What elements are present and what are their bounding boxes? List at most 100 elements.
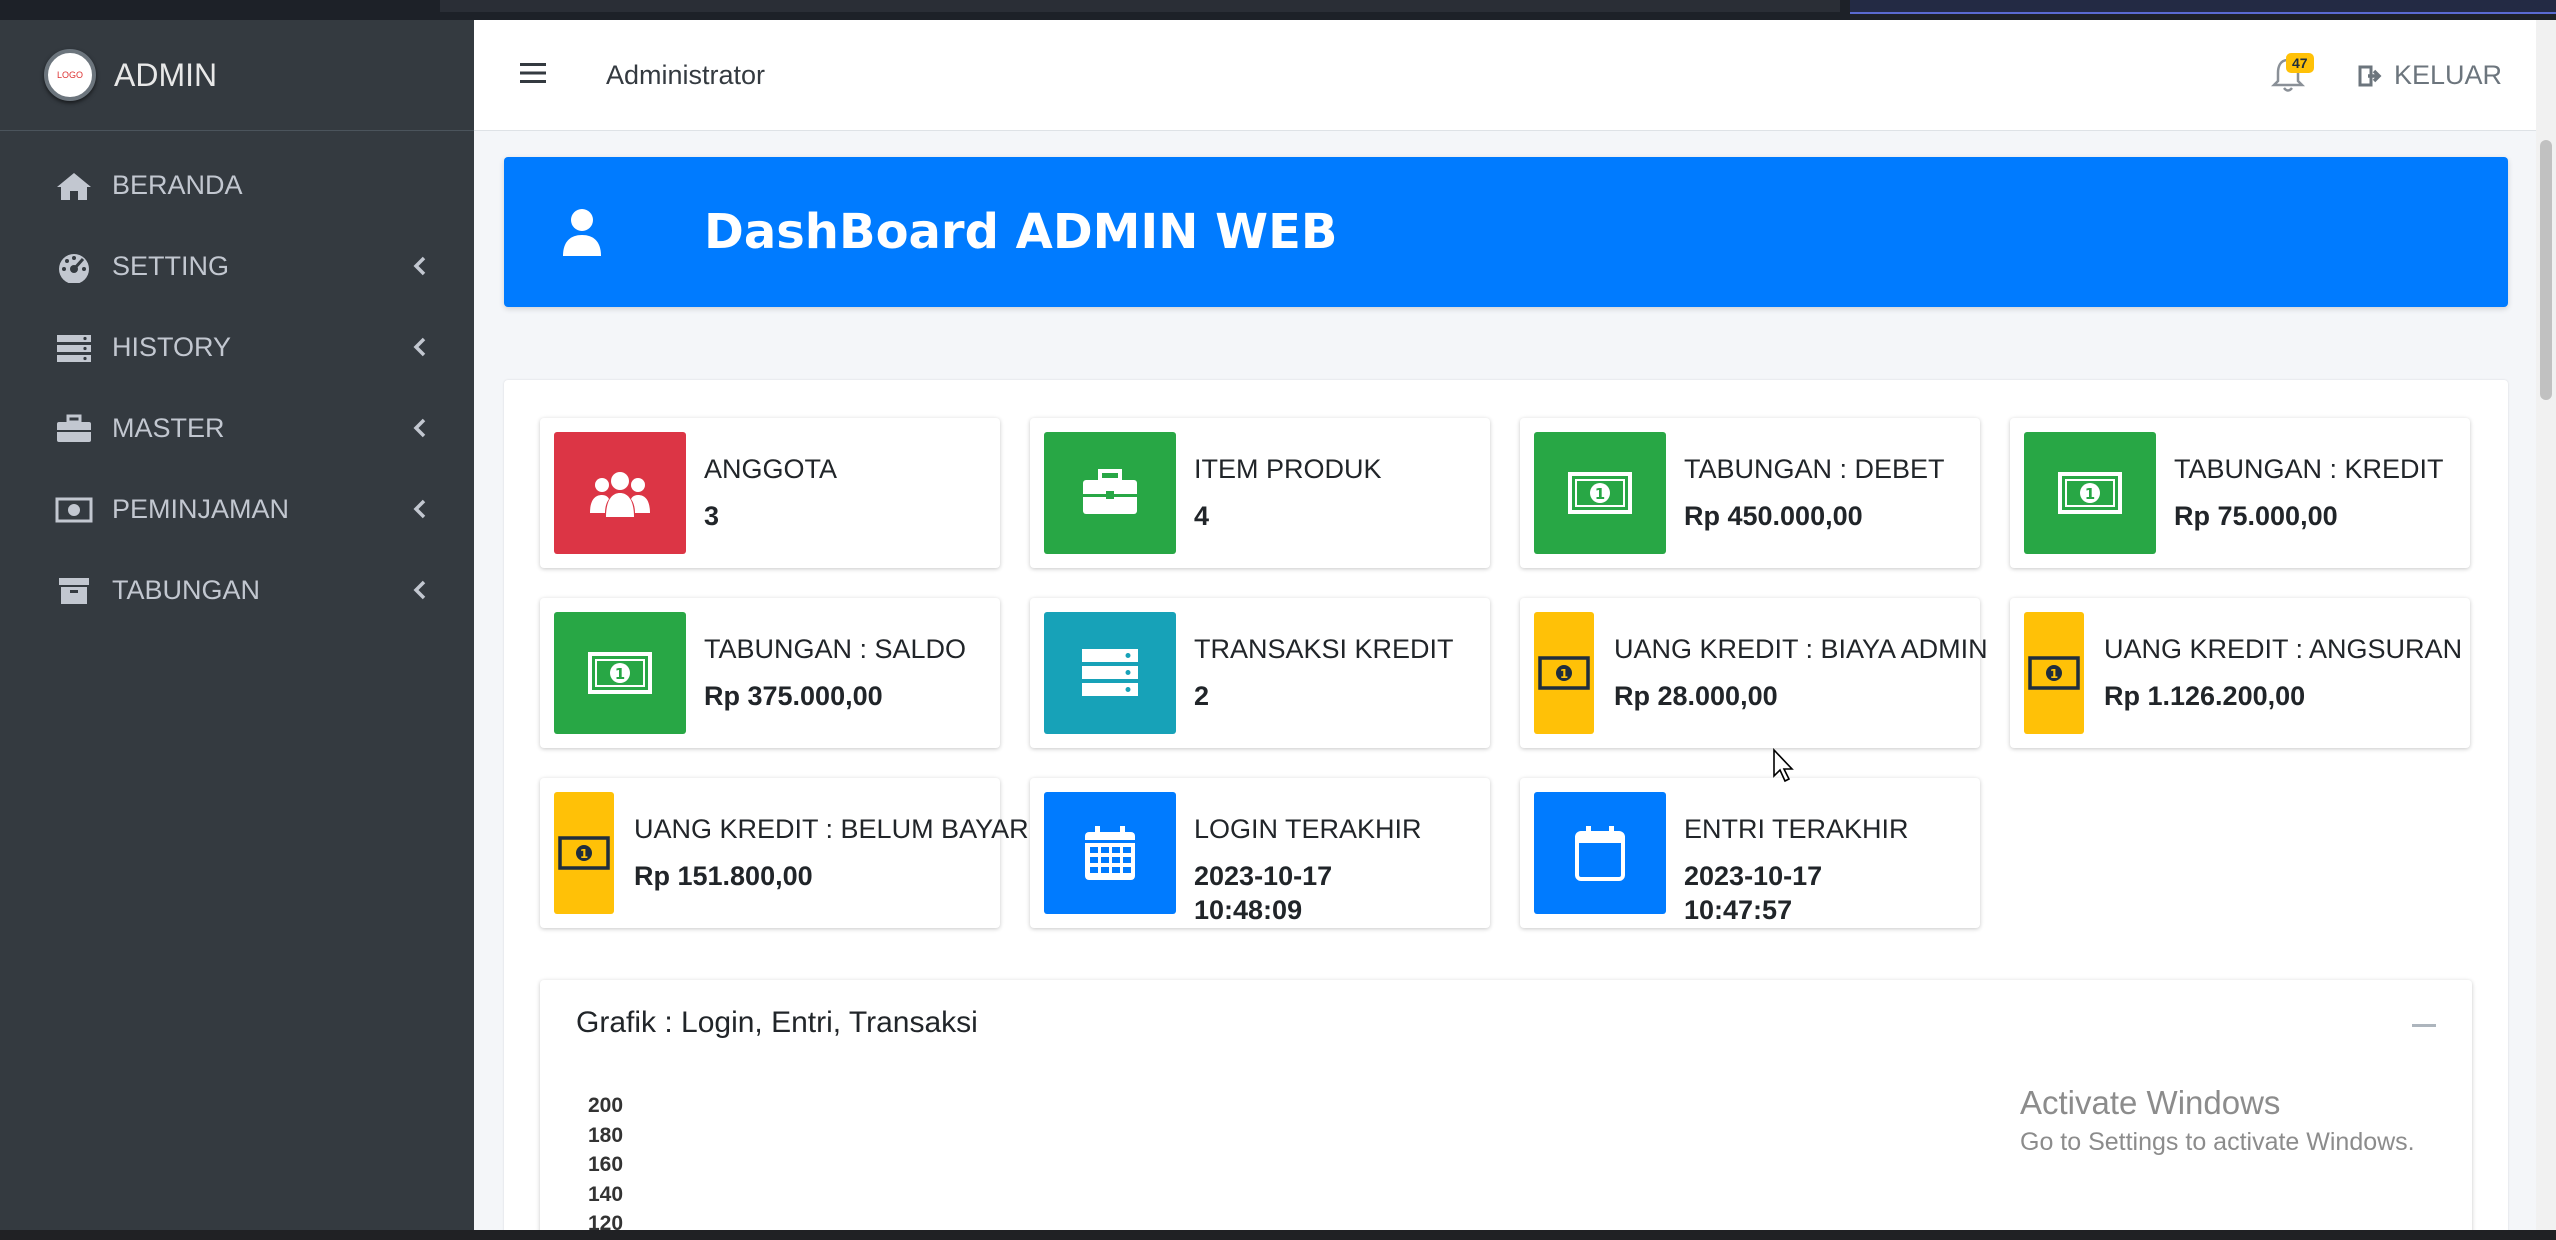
info-box-label: LOGIN TERAKHIR	[1194, 814, 1422, 844]
login-date: 2023-10-17	[1194, 861, 1333, 891]
page-title: DashBoard ADMIN WEB	[704, 204, 1338, 260]
chevron-left-icon	[413, 499, 426, 519]
server-icon	[1044, 612, 1176, 734]
scrollbar-thumb[interactable]	[2540, 140, 2552, 400]
info-box-label: TABUNGAN : SALDO	[704, 634, 967, 664]
server-icon	[54, 332, 94, 364]
info-box-label: TABUNGAN : KREDIT	[2174, 454, 2444, 484]
info-box-label: UANG KREDIT : ANGSURAN	[2104, 634, 2463, 664]
briefcase-icon	[1044, 432, 1176, 554]
money-bill-icon: 1	[2024, 432, 2156, 554]
info-box-biaya-admin[interactable]: 1 UANG KREDIT : BIAYA ADMIN Rp 28.000,00	[1520, 598, 1988, 748]
activate-windows-watermark: Activate Windows Go to Settings to activ…	[2020, 1084, 2415, 1157]
sidebar-item-master[interactable]: MASTER	[0, 388, 474, 469]
info-box-label: ANGGOTA	[704, 454, 838, 484]
info-box-angsuran[interactable]: 1 UANG KREDIT : ANGSURAN Rp 1.126.200,00	[2010, 598, 2470, 748]
brand-logo: LOGO	[44, 49, 96, 101]
info-box-content: LOGIN TERAKHIR 2023-10-17 10:48:09	[1194, 814, 1422, 927]
calendar-grid-icon	[1044, 792, 1176, 914]
info-box-label: ITEM PRODUK	[1194, 454, 1382, 484]
user-name[interactable]: Administrator	[606, 60, 765, 91]
sidebar-item-label: SETTING	[112, 251, 230, 281]
chart-y-axis: 200 180 160 140 120	[588, 1094, 623, 1230]
info-box-value: Rp 1.126.200,00	[2104, 681, 2306, 711]
sidebar: LOGO ADMIN BERANDA SETTING HISTORY MASTE…	[0, 20, 474, 1230]
chevron-left-icon	[413, 418, 426, 438]
info-box-label: TABUNGAN : DEBET	[1684, 454, 1945, 484]
sign-out-icon	[2358, 65, 2382, 86]
sidebar-nav: BERANDA SETTING HISTORY MASTER PEMINJAMA…	[0, 131, 474, 631]
info-box-anggota[interactable]: ANGGOTA 3	[540, 418, 1000, 568]
info-box-tabungan-kredit[interactable]: 1 TABUNGAN : KREDIT Rp 75.000,00	[2010, 418, 2470, 568]
entri-date: 2023-10-17	[1684, 861, 1823, 891]
info-box-content: TABUNGAN : SALDO Rp 375.000,00	[704, 634, 966, 713]
info-box-value: 2023-10-17 10:48:09	[1194, 859, 1422, 927]
y-tick-label: 200	[588, 1094, 624, 1117]
entri-time: 10:47:57	[1684, 895, 1793, 925]
info-box-value: Rp 151.800,00	[634, 861, 813, 891]
info-box-label: UANG KREDIT : BIAYA ADMIN	[1614, 634, 1988, 664]
login-time: 10:48:09	[1194, 895, 1303, 925]
home-icon	[54, 170, 94, 202]
info-box-transaksi-kredit[interactable]: TRANSAKSI KREDIT 2	[1030, 598, 1490, 748]
collapse-button[interactable]	[2412, 1024, 2436, 1027]
svg-text:1: 1	[2050, 667, 2058, 681]
info-box-content: ENTRI TERAKHIR 2023-10-17 10:47:57	[1684, 814, 1909, 927]
info-box-value: 2	[1194, 681, 1210, 711]
info-box-value: Rp 75.000,00	[2174, 501, 2338, 531]
svg-text:1: 1	[1595, 485, 1605, 503]
info-box-content: ANGGOTA 3	[704, 454, 837, 533]
watermark-subtitle: Go to Settings to activate Windows.	[2020, 1128, 2415, 1156]
dashboard-banner: DashBoard ADMIN WEB	[504, 157, 2508, 307]
chart-title: Grafik : Login, Entri, Transaksi	[576, 1006, 978, 1039]
info-box-content: UANG KREDIT : BELUM BAYAR Rp 151.800,00	[634, 814, 1029, 893]
notification-badge: 47	[2286, 53, 2314, 73]
info-box-entri-terakhir[interactable]: ENTRI TERAKHIR 2023-10-17 10:47:57	[1520, 778, 1980, 928]
info-box-value: Rp 375.000,00	[704, 681, 883, 711]
calendar-icon	[1534, 792, 1666, 914]
sidebar-item-label: MASTER	[112, 413, 225, 443]
hamburger-menu-icon[interactable]	[518, 60, 548, 86]
content-wrapper: Administrator 47 KELUAR DashBoard ADMIN …	[474, 20, 2536, 1230]
sidebar-item-setting[interactable]: SETTING	[0, 226, 474, 307]
svg-text:1: 1	[1560, 667, 1568, 681]
sidebar-item-peminjaman[interactable]: PEMINJAMAN	[0, 469, 474, 550]
info-box-value: 3	[704, 501, 720, 531]
logout-label: KELUAR	[2394, 60, 2503, 90]
top-strip	[0, 0, 2556, 20]
info-box-value: Rp 28.000,00	[1614, 681, 1778, 711]
sidebar-item-beranda[interactable]: BERANDA	[0, 145, 474, 226]
chevron-left-icon	[413, 580, 426, 600]
info-box-label: TRANSAKSI KREDIT	[1194, 634, 1454, 664]
tachometer-icon	[54, 251, 94, 283]
archive-icon	[54, 575, 94, 607]
info-box-value: 2023-10-17 10:47:57	[1684, 859, 1909, 927]
sidebar-item-history[interactable]: HISTORY	[0, 307, 474, 388]
page-scrollbar[interactable]	[2536, 20, 2556, 1230]
logout-button[interactable]: KELUAR	[2358, 60, 2502, 91]
info-box-tabungan-debet[interactable]: 1 TABUNGAN : DEBET Rp 450.000,00	[1520, 418, 1980, 568]
money-bill-icon: 1	[1534, 432, 1666, 554]
money-bill-icon: 1	[2024, 612, 2084, 734]
chevron-left-icon	[413, 256, 426, 276]
y-tick-label: 120	[588, 1212, 624, 1230]
info-box-content: UANG KREDIT : BIAYA ADMIN Rp 28.000,00	[1614, 634, 1988, 713]
info-box-content: ITEM PRODUK 4	[1194, 454, 1382, 533]
info-box-item-produk[interactable]: ITEM PRODUK 4	[1030, 418, 1490, 568]
svg-text:1: 1	[580, 847, 588, 861]
info-box-tabungan-saldo[interactable]: 1 TABUNGAN : SALDO Rp 375.000,00	[540, 598, 1000, 748]
mouse-cursor-icon	[1773, 748, 1794, 783]
sidebar-item-label: PEMINJAMAN	[112, 494, 290, 524]
brand-link[interactable]: LOGO ADMIN	[0, 20, 474, 131]
sidebar-item-label: BERANDA	[112, 170, 243, 200]
svg-text:1: 1	[2085, 485, 2095, 503]
svg-text:1: 1	[615, 665, 625, 683]
users-icon	[554, 432, 686, 554]
bottom-bar	[0, 1230, 2556, 1240]
sidebar-item-tabungan[interactable]: TABUNGAN	[0, 550, 474, 631]
y-tick-label: 160	[588, 1153, 624, 1176]
brand-title: ADMIN	[114, 56, 218, 93]
info-box-login-terakhir[interactable]: LOGIN TERAKHIR 2023-10-17 10:48:09	[1030, 778, 1490, 928]
info-box-belum-bayar[interactable]: 1 UANG KREDIT : BELUM BAYAR Rp 151.800,0…	[540, 778, 1029, 928]
money-bill-icon: 1	[554, 612, 686, 734]
